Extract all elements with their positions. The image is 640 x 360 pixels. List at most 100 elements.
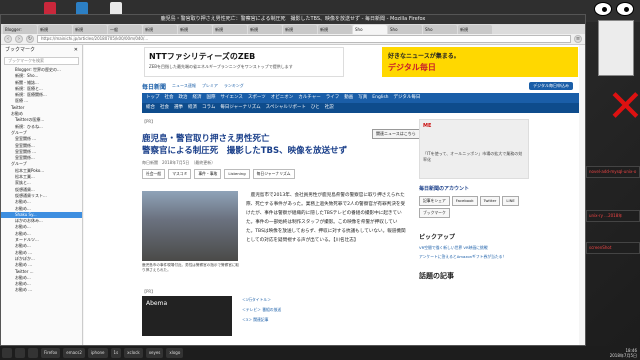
related-news-button[interactable]: 関連ニュースはこちら xyxy=(372,129,420,139)
browser-tab[interactable]: 新規 xyxy=(458,25,492,34)
subnav-item[interactable]: 総合 xyxy=(146,103,155,113)
terminal-widget[interactable]: novel-add-mysql-unix-o xyxy=(586,166,640,178)
article-photo[interactable] xyxy=(142,191,238,261)
browser-tab[interactable]: Sho xyxy=(423,25,457,34)
nav-item[interactable]: 写真 xyxy=(358,93,367,103)
account-button[interactable]: Twitter xyxy=(479,196,501,206)
subnav-item[interactable]: ひと xyxy=(311,103,320,113)
subnav-item[interactable]: 社説 xyxy=(325,103,334,113)
masthead-link[interactable]: ランキング xyxy=(224,83,244,89)
taskbar-item[interactable]: xeyes xyxy=(145,348,164,358)
web-page: NTTファシリティーズのZEB ZEBを目指した最先端の省エネルギープランニング… xyxy=(84,45,579,345)
subnav-item[interactable]: 毎日ジャーナリズム xyxy=(220,103,260,113)
forward-icon[interactable]: › xyxy=(15,35,23,43)
tag-button[interactable]: マスコミ xyxy=(168,169,192,179)
browser-tab[interactable]: Blogger: xyxy=(3,25,37,34)
masthead-links: ニュース速報 プレミア ランキング xyxy=(172,83,244,89)
headline-line-2: 警察官による制圧死 撮影したTBS、映像を放送せず xyxy=(142,146,348,156)
back-icon[interactable]: ‹ xyxy=(4,35,12,43)
nav-item[interactable]: スポーツ xyxy=(248,93,266,103)
pickup-item[interactable]: アンケートに答えるとAmazonギフト券が当たる！ xyxy=(419,254,549,259)
related-link[interactable]: ＜テレビ＞ 番組の放送 xyxy=(242,307,407,313)
tag-button[interactable]: 毎日ジャーナリズム xyxy=(252,169,295,179)
browser-content: ブックマーク ✕ ブックマークを検索 Blogger: 世界の歴史の... 新規：… xyxy=(1,45,585,345)
taskbar-item[interactable]: xclock xyxy=(124,348,143,358)
taskbar-item[interactable]: Firefox xyxy=(41,348,61,358)
browser-tab[interactable]: 新規 xyxy=(38,25,72,34)
browser-tab[interactable]: 新規 xyxy=(143,25,177,34)
article-headline: 鹿児島・警官取り押さえ男性死亡 警察官による制圧死 撮影したTBS、映像を放送せ… xyxy=(142,133,407,157)
subnav-item[interactable]: スペシャルリポート xyxy=(266,103,306,113)
subnav-item[interactable]: コラム xyxy=(202,103,215,113)
nav-item[interactable]: English xyxy=(372,93,388,103)
eye-icon xyxy=(616,2,634,16)
primary-nav: トップ 社会 政治 経済 国際 サイエンス スポーツ オピニオン カルチャー ライフ 動画 写真 Eng… xyxy=(142,93,579,103)
subnav-item[interactable]: 選挙 xyxy=(174,103,183,113)
bookmark-search-input[interactable]: ブックマークを検索 xyxy=(4,57,79,65)
tag-button[interactable]: Listening xyxy=(224,169,250,179)
nav-item[interactable]: 国際 xyxy=(207,93,216,103)
app-launcher-icon[interactable] xyxy=(2,348,12,358)
tag-button[interactable]: 社会一般 xyxy=(142,169,166,179)
account-button[interactable]: LINE xyxy=(502,196,519,206)
reload-icon[interactable]: ↻ xyxy=(26,35,34,43)
account-title: 毎日新聞のアカウント xyxy=(419,186,470,192)
account-button[interactable]: 記事をシェア xyxy=(419,196,450,206)
related-link[interactable]: ＜3＞ 関連記事 xyxy=(242,317,407,323)
taskbar-item[interactable]: xlogo xyxy=(166,348,184,358)
nav-item[interactable]: 経済 xyxy=(193,93,202,103)
url-bar[interactable]: https://mainichi.jp/articles/20180705/k0… xyxy=(37,35,571,43)
xclock-window[interactable] xyxy=(598,20,634,76)
browser-tab[interactable]: 一般 xyxy=(108,25,142,34)
ad-banner-right[interactable]: 好きなニュースが集まる。 デジタル毎日 xyxy=(382,47,578,77)
nav-item[interactable]: オピニオン xyxy=(271,93,294,103)
related-link[interactable]: ＜1行タイトル＞ xyxy=(242,297,407,303)
clock[interactable]: 18:46 2018年7月5日 xyxy=(610,348,640,358)
nav-item[interactable]: 社会 xyxy=(165,93,174,103)
menu-icon[interactable]: ≡ xyxy=(574,35,582,43)
masthead-link[interactable]: ニュース速報 xyxy=(172,83,196,89)
browser-tab[interactable]: Sho xyxy=(388,25,422,34)
browser-tab[interactable]: 新規 xyxy=(318,25,352,34)
nav-item[interactable]: サイエンス xyxy=(221,93,243,103)
browser-tab[interactable]: 新規 xyxy=(248,25,282,34)
nav-item[interactable]: デジタル毎日 xyxy=(394,93,421,103)
ad-banner-left[interactable]: NTTファシリティーズのZEB ZEBを目指した最先端の省エネルギープランニング… xyxy=(144,47,344,77)
pickup-heading: ピックアップ xyxy=(419,234,456,241)
browser-tab[interactable]: 新規 xyxy=(73,25,107,34)
nav-item[interactable]: 動画 xyxy=(344,93,353,103)
browser-tab[interactable]: Sho xyxy=(353,25,387,34)
account-button[interactable]: ブックマーク xyxy=(419,208,450,218)
browser-tab[interactable]: 新規 xyxy=(178,25,212,34)
tag-button[interactable]: 事件・事故 xyxy=(194,169,222,179)
nav-item[interactable]: カルチャー xyxy=(298,93,320,103)
subnav-item[interactable]: 経済 xyxy=(188,103,197,113)
account-button[interactable]: Facebook xyxy=(451,196,478,206)
subscribe-button[interactable]: デジタル毎日申込み xyxy=(529,82,573,90)
sidebar-title: ブックマーク xyxy=(5,47,36,53)
sidebar-ad[interactable]: ME 「ITを使って、オールニッポン」市場の拡大で業務の効率化 xyxy=(419,119,529,179)
app-launcher-icon[interactable] xyxy=(28,348,38,358)
nav-item[interactable]: トップ xyxy=(146,93,160,103)
clock-date: 2018年7月5日 xyxy=(609,353,637,358)
close-icon[interactable]: ✕ xyxy=(74,45,78,55)
pr-ad-box[interactable]: Abema xyxy=(142,296,232,336)
taskbar-item[interactable]: emacs2 xyxy=(63,348,85,358)
browser-tab[interactable]: 新規 xyxy=(213,25,247,34)
terminal-widget[interactable]: unix-ry ...2018年 xyxy=(586,210,640,222)
app-launcher-icon[interactable] xyxy=(15,348,25,358)
taskbar-item[interactable]: 1s xyxy=(110,348,122,358)
article-dateline: 毎日新聞 2018年7月5日 （最終更新） xyxy=(142,160,216,165)
subnav-item[interactable]: 社会 xyxy=(160,103,169,113)
nav-item[interactable]: 政治 xyxy=(179,93,188,103)
bookmarks-sidebar: ブックマーク ✕ ブックマークを検索 Blogger: 世界の歴史の... 新規：… xyxy=(1,45,83,345)
taskbar-item[interactable]: iphone xyxy=(87,348,108,358)
browser-tab[interactable]: 新規 xyxy=(283,25,317,34)
pickup-item[interactable]: VR空間で描く新しい世界 VR映画に挑戦 xyxy=(419,245,549,250)
masthead-link[interactable]: プレミア xyxy=(202,83,218,89)
site-logo[interactable]: 毎日新聞 xyxy=(142,82,166,91)
ad-brand: ME xyxy=(423,123,432,129)
nav-item[interactable]: ライフ xyxy=(326,93,340,103)
bookmark-item[interactable]: お勧め ... xyxy=(1,287,82,293)
terminal-widget[interactable]: screenShot xyxy=(586,242,640,254)
